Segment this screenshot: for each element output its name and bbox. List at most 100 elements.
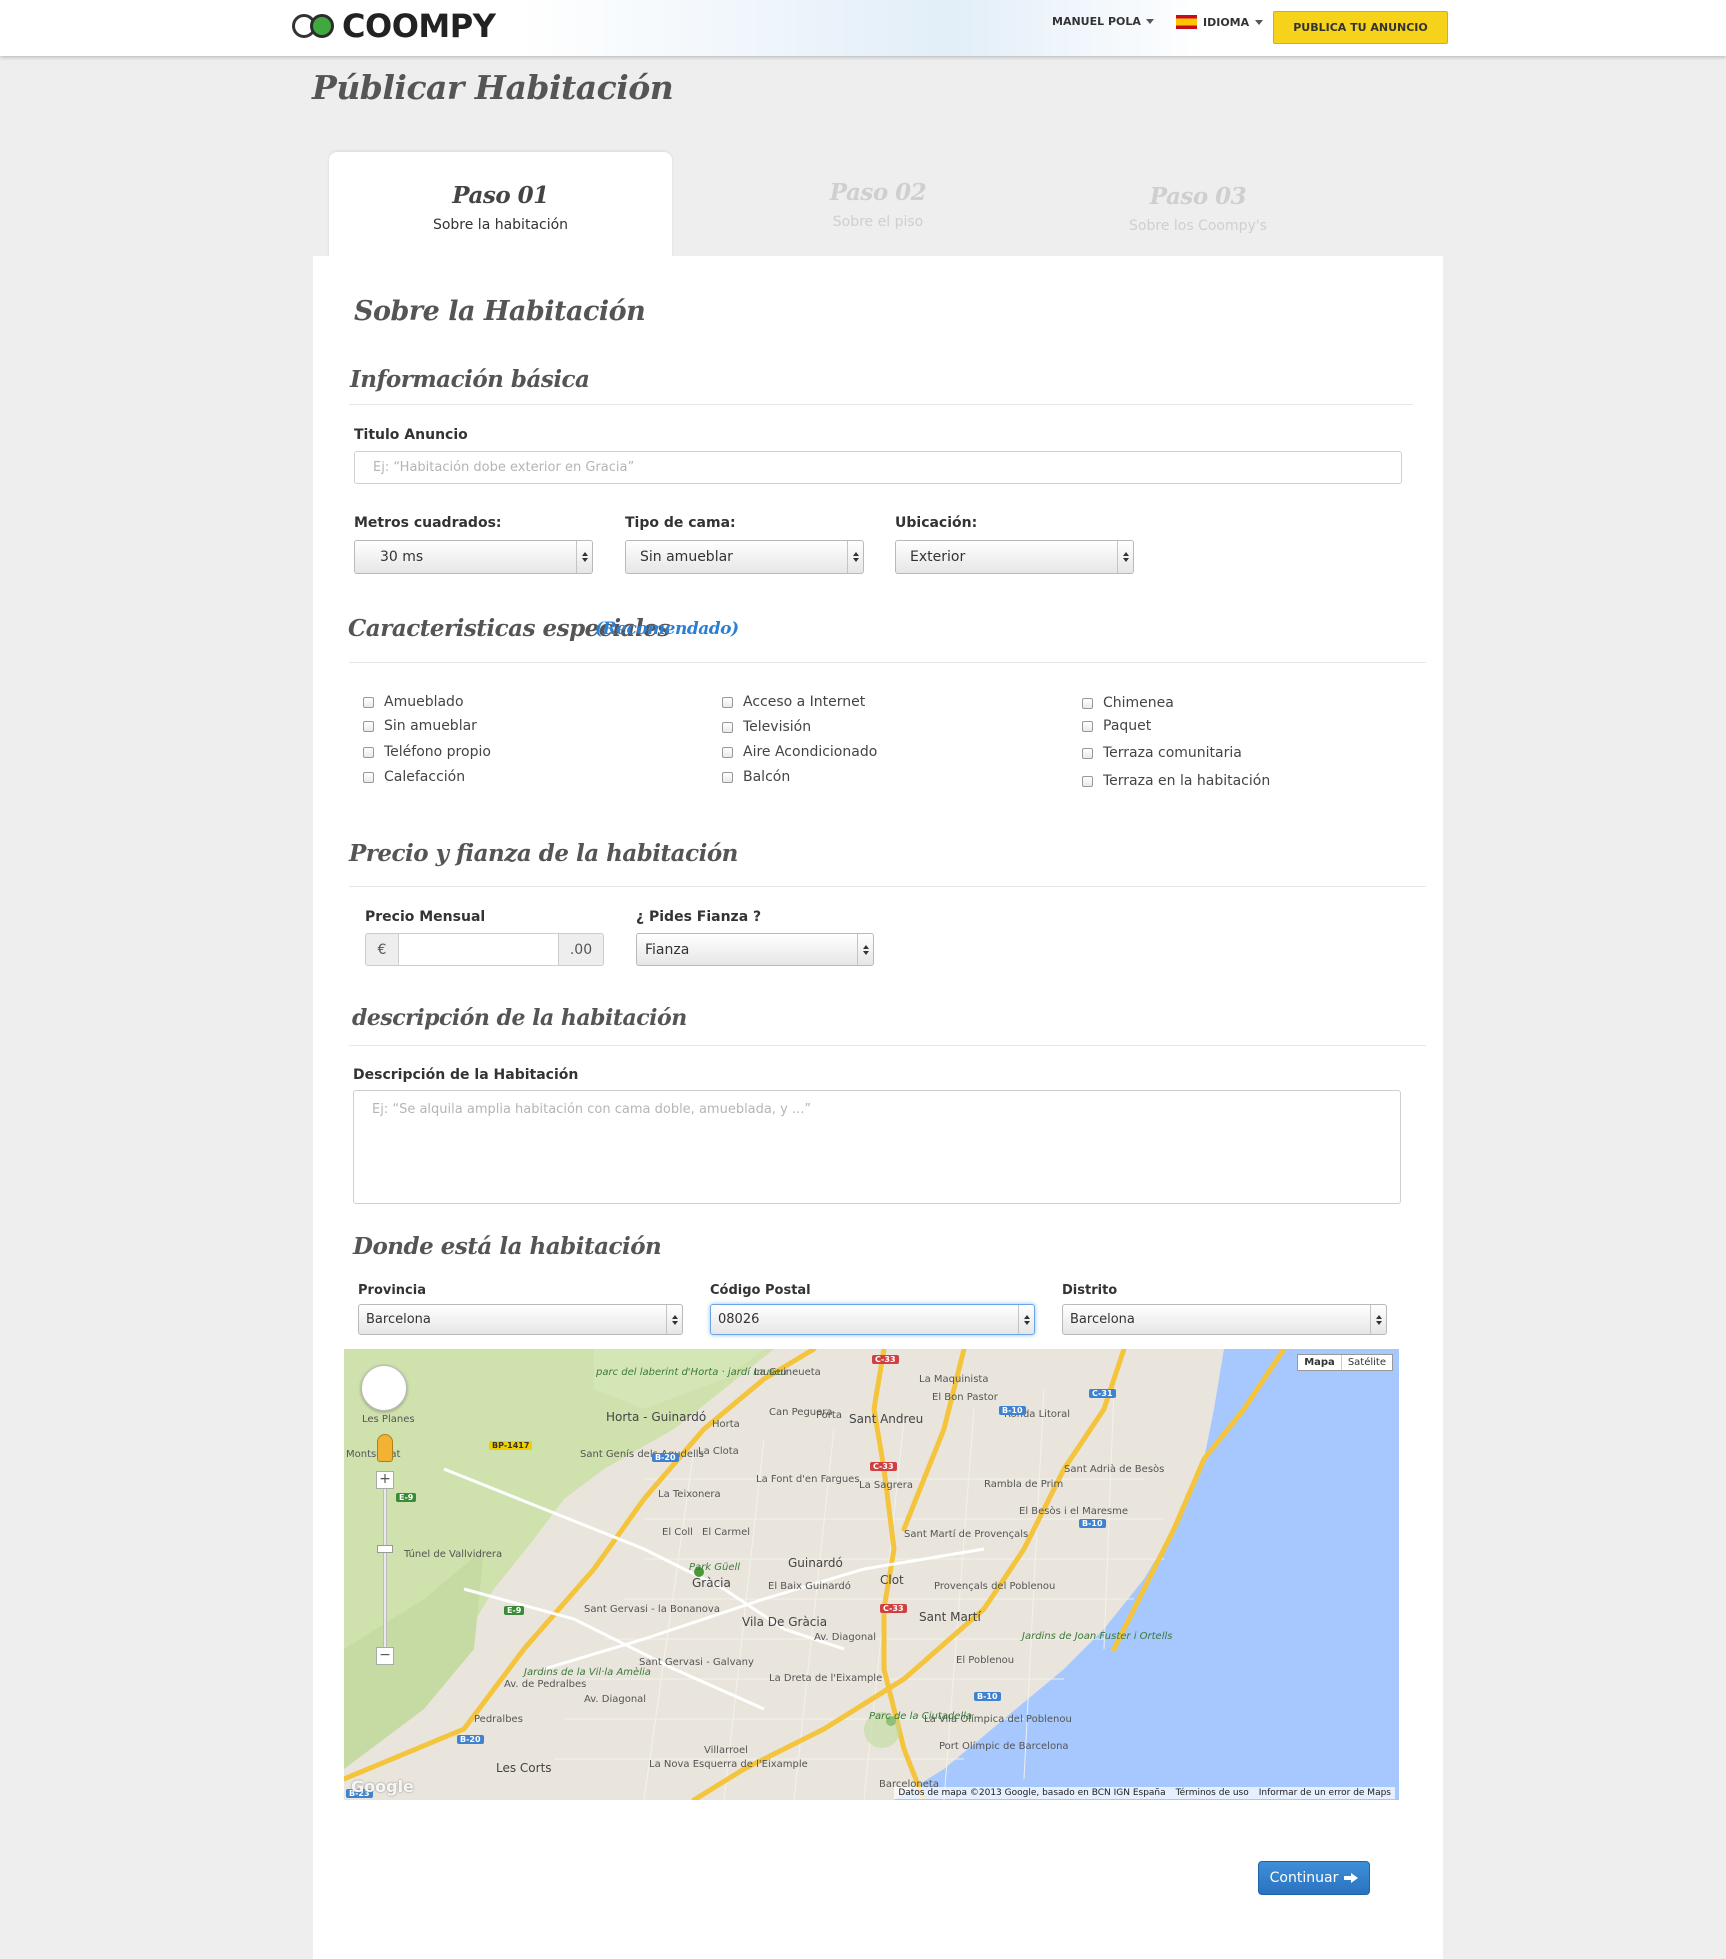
checkbox-icon [722,746,733,758]
feature-checkbox-internet[interactable]: Acceso a Internet [722,694,865,710]
feature-checkbox-paquet[interactable]: Paquet [1082,718,1151,734]
feature-checkbox-telefono[interactable]: Teléfono propio [363,744,491,760]
road-shield: B-20 [457,1735,484,1744]
currency-addon: € [365,933,399,966]
map-label: Sant Adrià de Besòs [1064,1464,1165,1475]
location-map[interactable]: parc del laberint d'Horta · jardí museu … [344,1349,1399,1800]
select-arrows-icon [847,541,863,573]
step-1[interactable]: Paso 01 Sobre la habitación [329,182,672,233]
province-value: Barcelona [366,1312,431,1327]
bed-type-label: Tipo de cama: [625,515,736,531]
map-label: El Coll [662,1527,693,1538]
map-terms-link[interactable]: Términos de uso [1176,1788,1249,1798]
bed-type-select[interactable]: Sin amueblar [625,540,864,574]
road-shield: C-33 [872,1355,899,1364]
continue-button[interactable]: Continuar [1258,1861,1370,1895]
feature-label: Terraza en la habitación [1103,773,1271,789]
bed-type-value: Sin amueblar [640,549,733,565]
publish-ad-button[interactable]: PUBLICA TU ANUNCIO [1273,11,1448,44]
feature-checkbox-balcon[interactable]: Balcón [722,769,790,785]
feature-checkbox-sin-amueblar[interactable]: Sin amueblar [363,718,477,734]
map-label: Les Corts [496,1761,552,1775]
where-title: Donde está la habitación [353,1233,662,1260]
feature-checkbox-terraza-comunitaria[interactable]: Terraza comunitaria [1082,745,1242,761]
ad-title-label: Titulo Anuncio [354,427,468,443]
map-label: Provençals del Poblenou [934,1581,1056,1592]
postal-code-select[interactable]: 08026 [710,1304,1035,1335]
feature-label: Balcón [743,769,791,785]
map-type-map-button[interactable]: Mapa [1298,1355,1342,1370]
district-select[interactable]: Barcelona [1062,1304,1387,1335]
road-shield: B-10 [999,1406,1026,1415]
street-view-pegman-icon[interactable] [377,1434,393,1462]
deposit-select[interactable]: Fianza [636,933,874,966]
user-menu[interactable]: MANUEL POLA [1052,15,1154,28]
map-label: Sant Martí de Provençals [904,1529,1029,1540]
map-label: Can Peguera [769,1407,833,1418]
select-arrows-icon [666,1305,682,1334]
postal-code-value: 08026 [718,1312,760,1327]
description-textarea[interactable]: Ej: “Se alquila amplia habitación con ca… [353,1090,1401,1204]
road-shield: C-31 [1089,1389,1116,1398]
map-label: Horta - Guinardó [606,1410,707,1424]
map-label: Sant Andreu [849,1412,924,1426]
map-type-control: Mapa Satélite [1297,1354,1393,1371]
zoom-slider-handle[interactable] [377,1545,393,1553]
cents-addon: .00 [558,933,604,966]
location-value: Exterior [910,549,966,565]
map-label: La Dreta de l'Eixample [769,1673,883,1684]
feature-checkbox-terraza-habitacion[interactable]: Terraza en la habitación [1082,773,1270,789]
road-shield: B-10 [1079,1519,1106,1528]
deposit-value: Fianza [645,941,690,958]
feature-checkbox-amueblado[interactable]: Amueblado [363,694,464,710]
spain-flag-icon [1176,15,1197,29]
checkbox-icon [363,696,374,708]
map-label: Túnel de Vallvidrera [404,1549,503,1560]
map-label: El Baix Guinardó [768,1581,851,1592]
step-2[interactable]: Paso 02 Sobre el piso [760,179,996,230]
coompy-logo[interactable]: COOMPY [292,7,496,45]
user-name: MANUEL POLA [1052,15,1141,28]
pan-control-icon[interactable] [361,1365,407,1411]
map-report-link[interactable]: Informar de un error de Maps [1259,1788,1391,1798]
caret-down-icon [1255,19,1264,25]
zoom-out-button[interactable]: − [376,1647,394,1665]
feature-label: Acceso a Internet [743,694,866,710]
map-label: El Bon Pastor [932,1392,998,1403]
deposit-label: ¿ Pides Fianza ? [636,909,762,925]
step-3[interactable]: Paso 03 Sobre los Coompy's [1080,183,1316,234]
map-label: Av. Diagonal [584,1694,647,1705]
map-label: Jardins de Joan Fuster i Ortells [1022,1631,1173,1642]
meters-select[interactable]: 30 ms [354,540,593,574]
road-shield: C-33 [880,1604,907,1613]
map-label: Vila De Gràcia [742,1615,828,1629]
map-label: Clot [880,1573,904,1587]
feature-checkbox-calefaccion[interactable]: Calefacción [363,769,465,785]
map-label: Park Güell [689,1562,741,1573]
district-value: Barcelona [1070,1312,1135,1327]
map-label: La Sagrera [859,1480,913,1491]
feature-checkbox-television[interactable]: Televisión [722,719,811,735]
zoom-slider-track[interactable] [383,1474,387,1654]
map-type-satellite-button[interactable]: Satélite [1342,1355,1392,1370]
logo-text: COOMPY [342,7,496,45]
monthly-price-label: Precio Mensual [365,909,486,925]
feature-label: Teléfono propio [384,744,491,760]
monthly-price-input[interactable] [398,933,559,966]
province-select[interactable]: Barcelona [358,1304,683,1335]
ad-title-input[interactable]: Ej: “Habitación dobe exterior en Gracia” [354,451,1402,484]
checkbox-icon [722,696,733,708]
language-menu[interactable]: IDIOMA [1176,15,1264,29]
divider [349,1045,1426,1046]
select-arrows-icon [857,934,873,965]
feature-label: Calefacción [384,769,466,785]
step-1-label: Sobre la habitación [432,217,569,233]
feature-label: Paquet [1103,718,1152,734]
map-label: Horta [712,1419,740,1430]
feature-checkbox-aire[interactable]: Aire Acondicionado [722,744,877,760]
step-2-number: Paso 02 [829,179,927,206]
location-select[interactable]: Exterior [895,540,1134,574]
zoom-in-button[interactable]: + [376,1471,394,1489]
feature-checkbox-chimenea[interactable]: Chimenea [1082,695,1174,711]
meters-value: 30 ms [380,549,424,565]
